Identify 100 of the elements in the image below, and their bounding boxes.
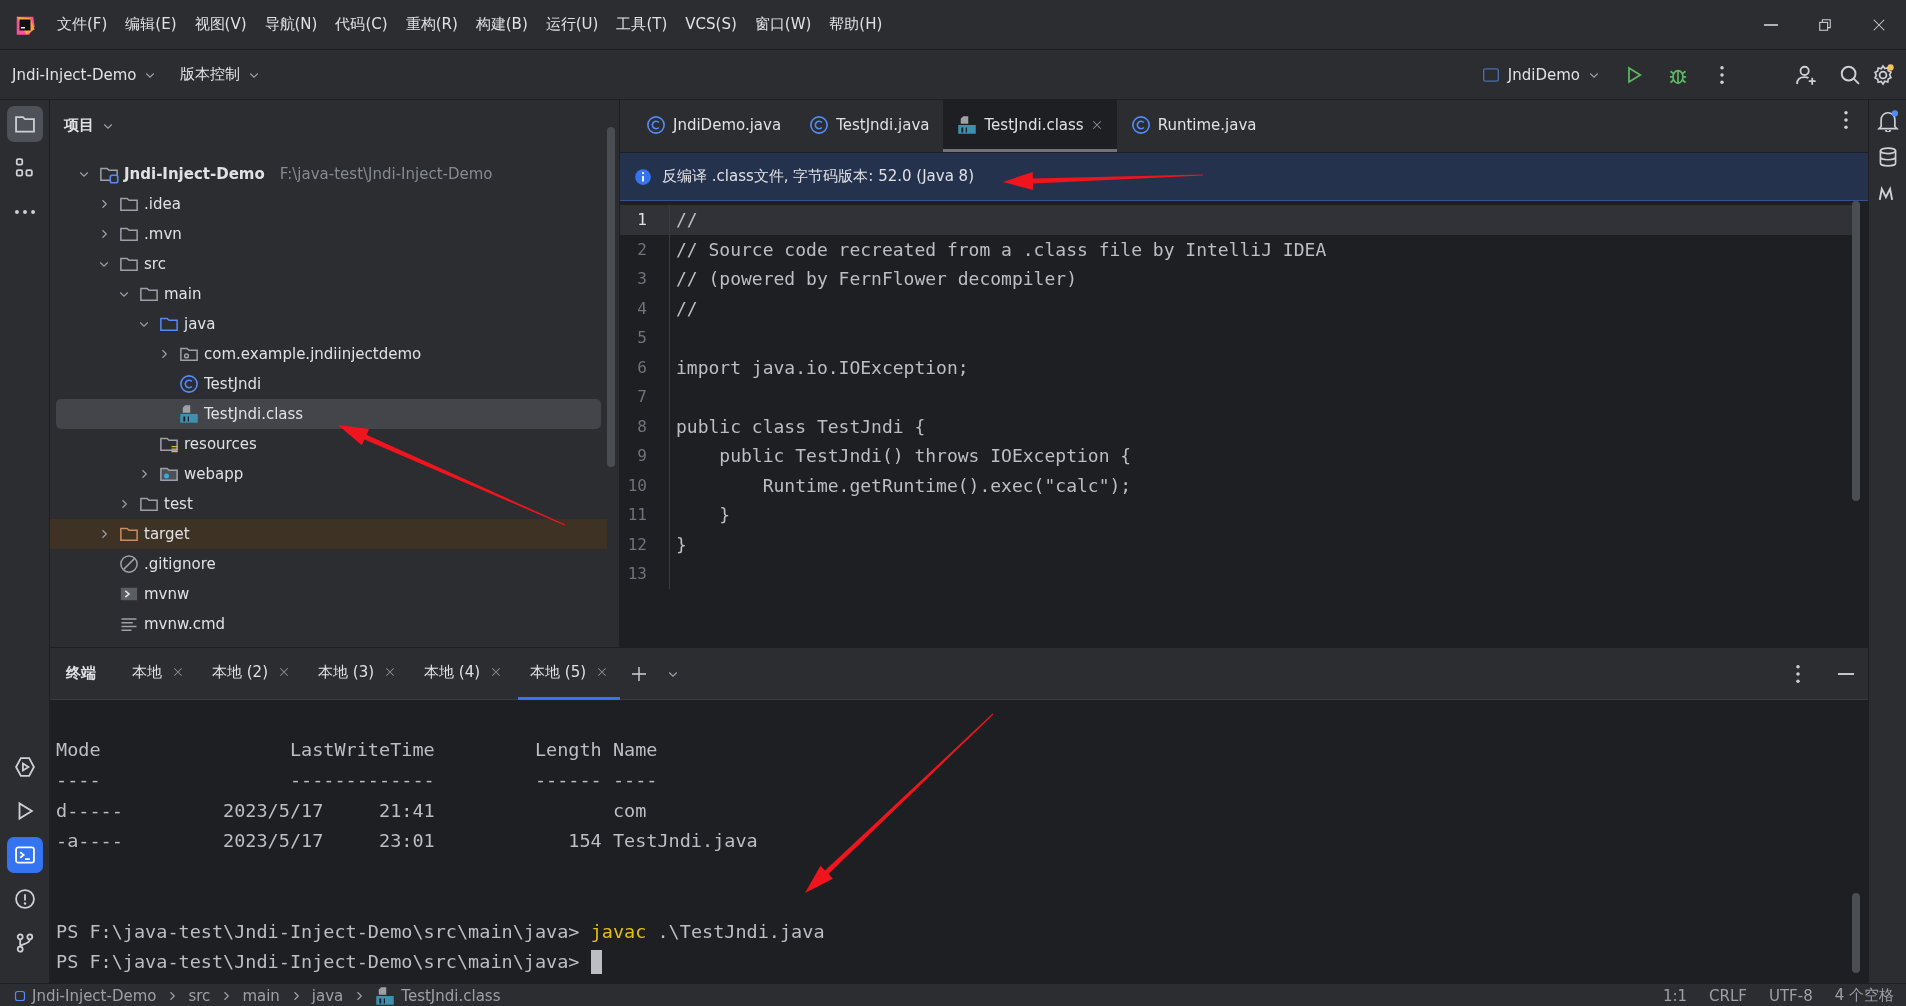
tree-item[interactable]: main xyxy=(56,279,601,309)
breadcrumb[interactable]: TestJndi.class xyxy=(375,985,501,1006)
tree-item[interactable]: .mvn xyxy=(56,219,601,249)
project-dropdown[interactable]: Jndi-Inject-Demo xyxy=(0,59,169,90)
code-line: Runtime.getRuntime().exec("calc"); xyxy=(761,474,1132,496)
line-number: 6 xyxy=(620,352,670,382)
line-number: 4 xyxy=(620,293,670,323)
folder-icon xyxy=(13,113,36,135)
editor-tab[interactable]: Runtime.java xyxy=(1116,100,1271,152)
line-number: 12 xyxy=(620,529,670,559)
info-icon xyxy=(634,167,652,186)
code-line: // xyxy=(675,297,698,319)
tab-close-icon xyxy=(172,666,184,678)
line-number: 5 xyxy=(620,323,670,353)
code-line: // xyxy=(675,209,698,231)
menu-item[interactable]: 窗口(W) xyxy=(747,11,819,38)
breadcrumb[interactable]: main xyxy=(242,986,280,1005)
tree-item[interactable]: com.example.jndiinjectdemo xyxy=(56,339,601,369)
line-number: 9 xyxy=(620,441,670,471)
more-vertical-icon xyxy=(1844,111,1848,129)
close-icon xyxy=(1872,17,1886,32)
terminal-tab[interactable]: 本地 (5) xyxy=(518,647,621,700)
menu-item[interactable]: 帮助(H) xyxy=(822,11,890,38)
menu-item[interactable]: 文件(F) xyxy=(50,11,115,38)
breadcrumb[interactable]: java xyxy=(311,986,344,1005)
terminal-tab[interactable]: 本地 (3) xyxy=(306,647,409,700)
terminal-args: .\TestJndi.java xyxy=(656,920,825,942)
code-line: public TestJndi() throws IOException { xyxy=(718,445,1132,467)
terminal-tab[interactable]: 本地 (4) xyxy=(412,647,515,700)
terminal-tab[interactable]: 本地 (2) xyxy=(200,647,302,700)
code-line: // (powered by FernFlower decompiler) xyxy=(675,268,1077,290)
menu-item[interactable]: 工具(T) xyxy=(609,11,675,38)
line-number: 3 xyxy=(620,264,670,294)
breadcrumb[interactable]: src xyxy=(188,986,211,1005)
status-item[interactable]: CRLF xyxy=(1709,986,1747,1005)
menu-item[interactable]: 重构(R) xyxy=(398,11,465,38)
editor-tab[interactable]: TestJndi.class xyxy=(943,100,1117,152)
line-number: 13 xyxy=(620,559,670,589)
restore-icon xyxy=(1818,17,1832,32)
binary-file-icon xyxy=(375,985,396,1006)
banner-text: 反编译 .class文件, 字节码版本: 52.0 (Java 8) xyxy=(662,167,974,186)
line-number: 7 xyxy=(620,382,670,412)
search-icon xyxy=(1839,63,1861,86)
settings-icon xyxy=(1872,63,1894,86)
scrollbar[interactable] xyxy=(1852,893,1860,973)
tree-item[interactable]: java xyxy=(56,309,601,339)
tab-close-icon xyxy=(1090,118,1103,131)
editor-tab[interactable]: JndiDemo.java xyxy=(632,100,796,152)
text-cursor xyxy=(590,949,602,974)
more-icon xyxy=(14,210,35,214)
editor-tab[interactable]: TestJndi.java xyxy=(795,100,944,152)
menu-item[interactable]: 编辑(E) xyxy=(118,11,184,38)
tree-item[interactable]: target xyxy=(50,519,607,549)
tree-item[interactable]: test xyxy=(56,489,601,519)
terminal-icon xyxy=(13,844,36,866)
menu-item[interactable]: 运行(U) xyxy=(538,11,606,38)
tree-item[interactable]: mvnw xyxy=(56,579,601,609)
terminal-tab[interactable]: 本地 xyxy=(120,647,196,700)
status-item[interactable]: UTF-8 xyxy=(1768,986,1813,1005)
status-item[interactable]: 1:1 xyxy=(1662,986,1688,1005)
tree-item[interactable]: .idea xyxy=(56,189,601,219)
panel-title[interactable]: 项目 xyxy=(64,116,94,135)
window-icon xyxy=(1481,65,1500,84)
terminal-line: ---- ------------- ------ ---- xyxy=(56,769,658,791)
tab-close-icon xyxy=(278,666,290,678)
tree-item[interactable]: webapp xyxy=(56,459,601,489)
tree-item[interactable]: src xyxy=(56,249,601,279)
tree-item[interactable]: TestJndi xyxy=(56,369,601,399)
menu-item[interactable]: 视图(V) xyxy=(187,11,254,38)
code-line: // Source code recreated from a .class file by IntelliJ IDEA xyxy=(675,238,1327,260)
line-number: 11 xyxy=(620,500,670,530)
tree-item[interactable]: TestJndi.class xyxy=(56,399,601,429)
terminal-line: d----- 2023/5/17 21:41 com xyxy=(56,799,647,821)
tree-item[interactable]: resources xyxy=(56,429,601,459)
menu-item[interactable]: 导航(N) xyxy=(257,11,325,38)
line-number: 10 xyxy=(620,470,670,500)
run-config-dropdown[interactable]: JndiDemo xyxy=(1469,59,1612,90)
tree-item[interactable]: mvnw.cmd xyxy=(56,609,601,639)
vcs-dropdown[interactable]: 版本控制 xyxy=(168,59,273,90)
menu-item[interactable]: 代码(C) xyxy=(328,11,395,38)
tool-window-button[interactable] xyxy=(6,106,43,142)
scrollbar[interactable] xyxy=(607,127,615,467)
project-path: F:\java-test\Jndi-Inject-Demo xyxy=(279,165,493,183)
warning-circle-icon xyxy=(13,888,36,910)
code-line: import java.io.IOException; xyxy=(675,356,969,378)
tool-window-button[interactable] xyxy=(6,837,43,873)
menu-item[interactable]: VCS(S) xyxy=(678,11,744,38)
line-number: 2 xyxy=(620,234,670,264)
tree-item[interactable]: Jndi-Inject-Demo F:\java-test\Jndi-Inject-Demo xyxy=(56,159,601,189)
structure-icon xyxy=(13,157,36,179)
plus-icon xyxy=(631,665,648,682)
tree-item[interactable]: .gitignore xyxy=(56,549,601,579)
status-item[interactable]: 4 个空格 xyxy=(1834,986,1894,1005)
terminal-prompt: PS F:\java-test\Jndi-Inject-Demo\src\main\java> xyxy=(56,951,581,972)
services-icon xyxy=(13,756,36,778)
tab-close-icon xyxy=(490,666,503,678)
scrollbar[interactable] xyxy=(1852,201,1860,501)
class-icon xyxy=(1130,114,1151,135)
menu-item[interactable]: 构建(B) xyxy=(468,11,535,38)
breadcrumb[interactable]: Jndi-Inject-Demo xyxy=(14,986,157,1005)
